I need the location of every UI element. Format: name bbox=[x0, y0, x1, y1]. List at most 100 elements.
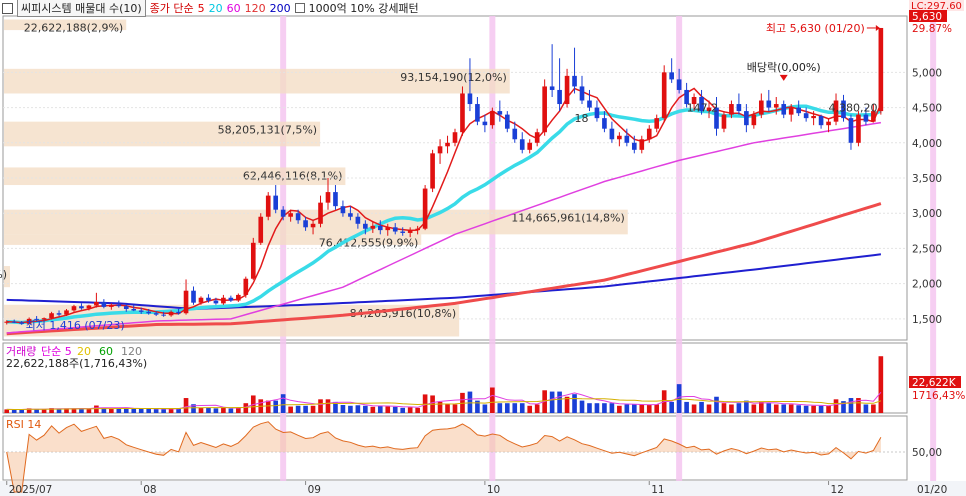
candle-body bbox=[624, 135, 630, 143]
volume-bar bbox=[676, 384, 682, 413]
candle-body bbox=[138, 310, 144, 312]
candle-body bbox=[348, 213, 353, 217]
candle-body bbox=[11, 321, 17, 323]
candle-body bbox=[549, 86, 555, 90]
candle-body bbox=[183, 290, 189, 314]
candle-body bbox=[497, 111, 503, 115]
checkbox-icon[interactable] bbox=[294, 3, 305, 13]
candle-body bbox=[729, 104, 734, 115]
y-tick-label: 2,500 bbox=[912, 243, 942, 255]
candle-body bbox=[721, 114, 727, 129]
candle-body bbox=[848, 118, 854, 143]
y-tick-label: 4,000 bbox=[912, 138, 942, 150]
overlay-label: 18 bbox=[575, 112, 589, 125]
volume-bar bbox=[392, 406, 398, 413]
candle-body bbox=[116, 304, 122, 307]
volume-profile-label: 58,205,131(7,5%) bbox=[218, 124, 318, 137]
volume-bar bbox=[826, 405, 831, 413]
volume-bar bbox=[631, 404, 637, 413]
candle-body bbox=[250, 242, 256, 279]
candle-body bbox=[318, 202, 323, 224]
volume-bar bbox=[773, 404, 779, 413]
candle-body bbox=[796, 107, 801, 114]
volume-bar bbox=[370, 406, 376, 413]
candle-body bbox=[781, 104, 787, 115]
candle-body bbox=[71, 306, 77, 311]
candle-body bbox=[811, 116, 816, 119]
candle-body bbox=[64, 310, 69, 315]
candle-body bbox=[228, 297, 234, 301]
candle-body bbox=[542, 86, 547, 133]
candle-body bbox=[460, 93, 465, 133]
candle-body bbox=[519, 139, 525, 150]
candle-body bbox=[744, 111, 749, 126]
candle-body bbox=[758, 100, 764, 115]
candle-body bbox=[773, 104, 779, 108]
volume-bar bbox=[527, 405, 533, 413]
volume-profile-label: 22,622,188(2,9%) bbox=[24, 22, 124, 35]
volume-bar bbox=[206, 407, 211, 413]
volume-bar bbox=[400, 407, 406, 413]
candle-body bbox=[295, 213, 301, 221]
candle-body bbox=[803, 113, 809, 119]
candle-body bbox=[736, 104, 742, 112]
volume-bar bbox=[781, 404, 787, 413]
volume-bar bbox=[407, 407, 413, 413]
candle-body bbox=[49, 313, 54, 319]
volume-bar bbox=[221, 407, 226, 413]
menu-icon[interactable] bbox=[2, 2, 13, 14]
candle-body bbox=[94, 301, 99, 306]
volume-bar bbox=[213, 408, 219, 413]
candle-body bbox=[751, 114, 757, 126]
volume-bar bbox=[109, 408, 114, 413]
high-price-label: 최고 5,630 (01/20) bbox=[766, 22, 865, 35]
volume-bar bbox=[803, 405, 809, 413]
stock-title[interactable]: 씨피시스템 매물대 수(10) bbox=[17, 0, 146, 17]
candle-body bbox=[818, 116, 824, 126]
volume-bar bbox=[265, 400, 271, 413]
y-tick-label: 3,000 bbox=[912, 208, 942, 220]
volume-bar bbox=[729, 404, 734, 413]
volume-bar bbox=[273, 400, 279, 413]
volume-bar bbox=[318, 399, 323, 413]
x-axis-label: 09 bbox=[308, 484, 321, 496]
volume-bar bbox=[280, 394, 286, 413]
candle-body bbox=[56, 313, 62, 315]
volume-bar bbox=[654, 404, 660, 413]
volume-bar bbox=[602, 403, 607, 413]
candle-body bbox=[101, 301, 107, 307]
candle-body bbox=[631, 142, 637, 150]
volume-bar bbox=[796, 405, 801, 413]
candle-body bbox=[19, 322, 24, 324]
candle-body bbox=[310, 223, 316, 228]
candle-body bbox=[609, 128, 615, 140]
volume-bar bbox=[303, 405, 308, 413]
volume-bar bbox=[363, 405, 368, 413]
volume-bar bbox=[385, 406, 391, 413]
volume-info: 22,622,188주(1,716,43%) bbox=[6, 357, 147, 370]
candle-body bbox=[213, 300, 219, 304]
candle-body bbox=[161, 314, 166, 316]
volume-bar bbox=[161, 409, 166, 413]
candle-body bbox=[363, 223, 368, 229]
candle-body bbox=[176, 311, 181, 314]
volume-bar bbox=[504, 403, 510, 413]
low-price-label: 최저 1,416 (07/23) bbox=[26, 319, 125, 332]
x-axis-label: 11 bbox=[651, 484, 664, 496]
volume-bar bbox=[340, 405, 346, 413]
candle-body bbox=[400, 231, 406, 233]
overlay-label: 147,2 bbox=[687, 102, 719, 115]
x-axis-label: 12 bbox=[831, 484, 844, 496]
volume-bar bbox=[94, 405, 99, 413]
candle-body bbox=[392, 227, 398, 232]
y-tick-label: 1,500 bbox=[912, 314, 942, 326]
volume-bar bbox=[788, 404, 794, 413]
volume-bar bbox=[288, 406, 293, 413]
current-price-tag: 5,630 bbox=[912, 11, 942, 23]
candle-body bbox=[340, 206, 346, 214]
volume-bar bbox=[497, 403, 503, 413]
candle-body bbox=[579, 86, 585, 101]
volume-bar bbox=[669, 401, 674, 413]
candle-body bbox=[557, 89, 562, 105]
volume-bar bbox=[138, 408, 144, 413]
